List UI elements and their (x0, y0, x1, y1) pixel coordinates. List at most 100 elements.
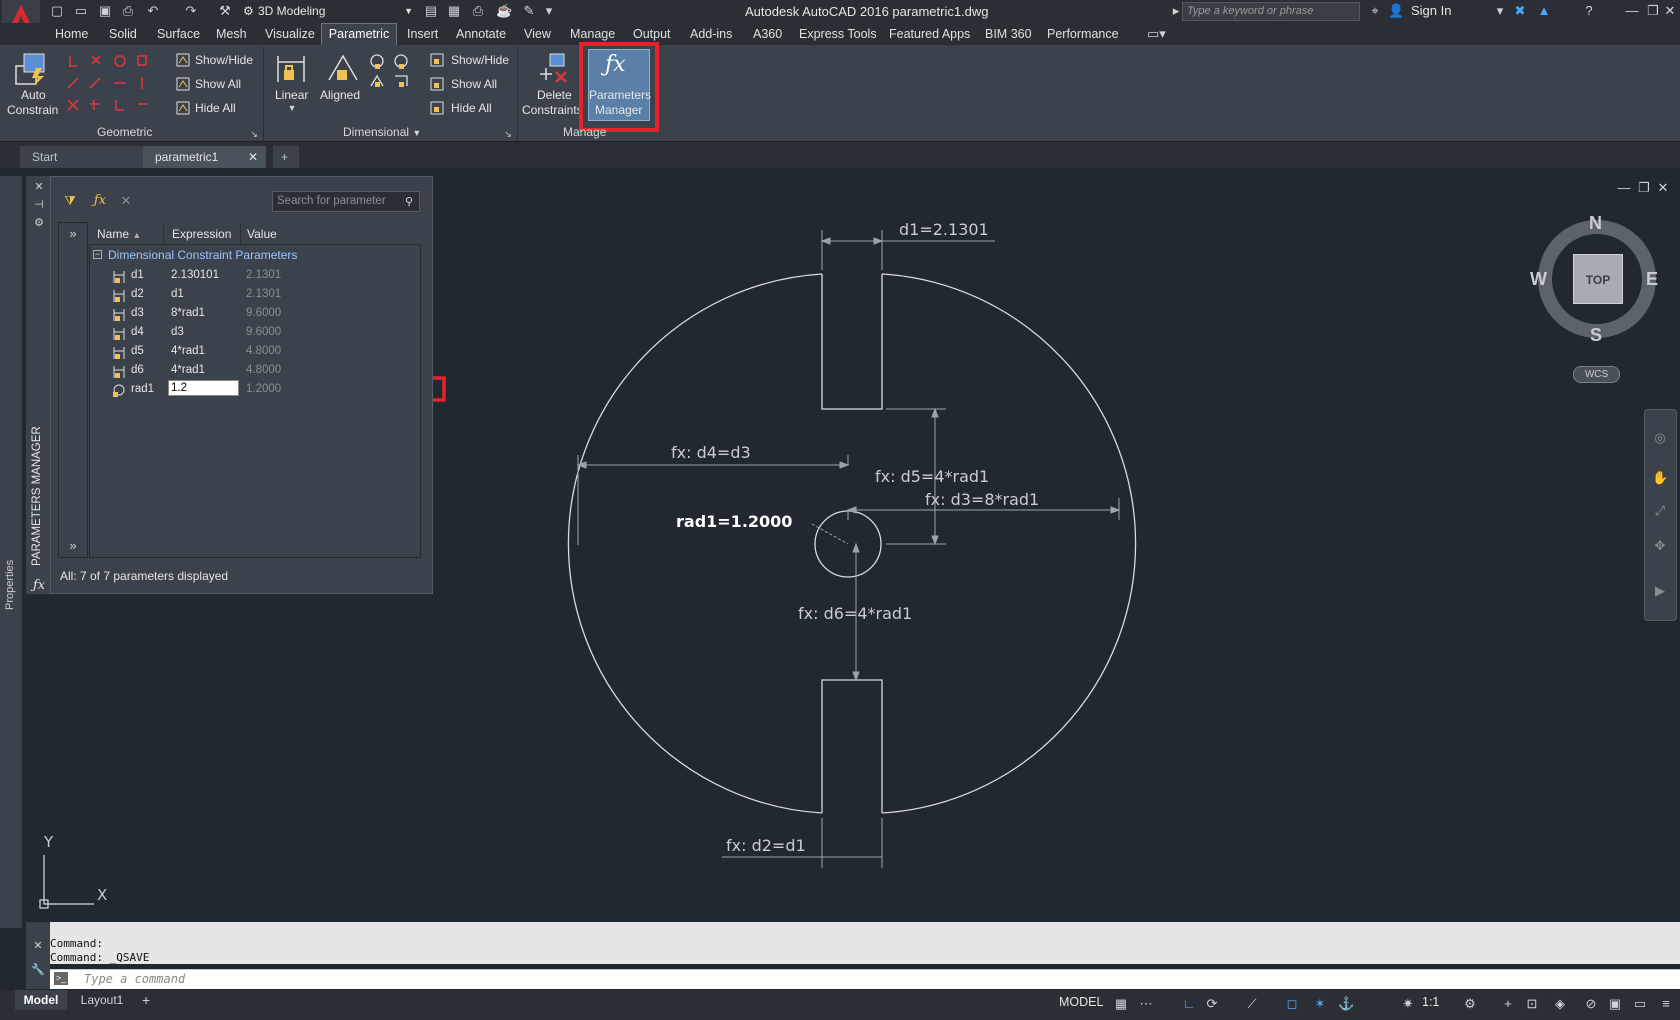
annotation-icon[interactable]: ✶ (1312, 996, 1328, 1012)
grid-icon[interactable]: ▦ (1113, 996, 1129, 1012)
column-expression-header[interactable]: Expression (172, 227, 231, 241)
clean-screen-icon[interactable]: ▣ (1607, 996, 1623, 1012)
viewcube-top-face[interactable]: TOP (1573, 254, 1623, 304)
param-value-d3: 9.6000 (246, 307, 282, 319)
delete-parameter-icon[interactable]: ✕ (118, 193, 134, 209)
param-expression-d1[interactable]: 2.130101 (171, 269, 219, 281)
param-expression-d2[interactable]: d1 (171, 288, 184, 300)
ucs-icon (39, 855, 94, 909)
linear-param-icon (112, 346, 126, 360)
rad1-expression-input[interactable] (168, 380, 239, 396)
param-expression-d4[interactable]: d3 (171, 326, 184, 338)
param-expression-d5[interactable]: 4*rad1 (171, 345, 205, 357)
viewport-restore-icon[interactable]: ❐ (1636, 180, 1652, 196)
palette-properties-icon[interactable]: ⚙ (31, 215, 47, 231)
command-customize-icon[interactable]: 🔧 (30, 962, 46, 978)
search-icon[interactable]: ⚲ (401, 194, 417, 210)
dim-label-d5[interactable]: fx: d5=4*rad1 (875, 467, 989, 486)
command-line-handle[interactable] (26, 922, 50, 989)
palette-fx-icon: ƒx (33, 578, 46, 593)
filter-tree-pane (58, 222, 88, 558)
outer-arc-left (567, 273, 823, 814)
infer-constraints-icon[interactable]: ∟ (1181, 996, 1197, 1012)
pan-icon[interactable]: ✋ (1652, 470, 1668, 486)
showmotion-icon[interactable]: ▶ (1652, 583, 1668, 599)
annotation-scale[interactable]: 1:1 (1422, 995, 1439, 1009)
param-name-rad1[interactable]: rad1 (131, 383, 154, 395)
add-layout-icon[interactable]: + (142, 992, 150, 1008)
linear-param-icon (112, 365, 126, 379)
param-value-d2: 2.1301 (246, 288, 282, 300)
palette-autohide-icon[interactable]: ⊣ (31, 197, 47, 213)
dynamic-input-icon[interactable]: ⟳ (1204, 996, 1220, 1012)
compass-west[interactable]: W (1530, 269, 1547, 290)
command-prompt-icon[interactable]: >_ (54, 972, 68, 985)
fullscreen-icon[interactable]: ▭ (1632, 996, 1648, 1012)
param-expression-d6[interactable]: 4*rad1 (171, 364, 205, 376)
param-value-d1: 2.1301 (246, 269, 282, 281)
viewport-minimize-icon[interactable]: — (1616, 180, 1632, 196)
dim-label-d3[interactable]: fx: d3=8*rad1 (925, 490, 1039, 509)
param-name-d3[interactable]: d3 (131, 307, 144, 319)
properties-strip[interactable] (0, 176, 22, 928)
isometric-icon[interactable]: ⟋ (1244, 996, 1260, 1012)
customization-menu-icon[interactable]: ≡ (1658, 996, 1674, 1012)
param-name-d4[interactable]: d4 (131, 326, 144, 338)
parameter-search-input[interactable]: Search for parameter (272, 191, 420, 212)
compass-north[interactable]: N (1589, 213, 1602, 234)
param-expression-d3[interactable]: 8*rad1 (171, 307, 205, 319)
radial-param-icon (112, 384, 126, 398)
linear-param-icon (112, 308, 126, 322)
snap-icon[interactable]: ⋯ (1138, 996, 1154, 1012)
workspace-icon[interactable]: ✷ (1400, 996, 1416, 1012)
wcs-menu[interactable]: WCS (1573, 366, 1620, 383)
command-history-area (26, 922, 1680, 964)
column-value-header[interactable]: Value (247, 227, 277, 241)
param-name-d5[interactable]: d5 (131, 345, 144, 357)
param-name-d1[interactable]: d1 (131, 269, 144, 281)
compass-east[interactable]: E (1646, 269, 1658, 290)
new-user-parameter-icon[interactable]: ƒx (92, 193, 108, 209)
column-name-header[interactable]: Name ▲ (97, 227, 141, 241)
compass-south[interactable]: S (1590, 325, 1602, 346)
model-space-button[interactable]: MODEL (1059, 995, 1103, 1009)
collapse-group-icon[interactable]: − (93, 250, 102, 259)
plus-icon[interactable]: + (1500, 996, 1516, 1012)
command-history-line: Command: (50, 937, 103, 950)
dim-label-d1[interactable]: d1=2.1301 (899, 220, 989, 239)
dim-label-d4[interactable]: fx: d4=d3 (671, 443, 751, 462)
palette-status: All: 7 of 7 parameters displayed (60, 569, 229, 583)
zoom-extents-icon[interactable]: ⤢ (1652, 503, 1668, 519)
palette-close-icon[interactable]: ✕ (31, 179, 47, 195)
hardware-acceleration-icon[interactable]: ◈ (1552, 996, 1568, 1012)
viewport-close-icon[interactable]: ✕ (1655, 180, 1671, 196)
units-icon[interactable]: ⊡ (1524, 996, 1540, 1012)
osnap-icon[interactable]: ◻ (1284, 996, 1300, 1012)
command-history: Command: Command: _QSAVE (50, 937, 149, 965)
properties-label[interactable]: Properties (4, 560, 16, 610)
param-name-d6[interactable]: d6 (131, 364, 144, 376)
model-layout-tab[interactable]: Model (15, 990, 67, 1010)
layout1-tab[interactable]: Layout1 (71, 990, 133, 1010)
steering-wheel-icon[interactable]: ◎ (1652, 430, 1668, 446)
dim-label-d6[interactable]: fx: d6=4*rad1 (798, 604, 912, 623)
isolate-objects-icon[interactable]: ⊘ (1583, 996, 1599, 1012)
filter-icon[interactable]: ⧩ (62, 193, 78, 209)
group-dimensional-parameters[interactable]: Dimensional Constraint Parameters (108, 248, 297, 262)
param-value-rad1: 1.2000 (246, 383, 282, 395)
command-input[interactable]: Type a command (50, 969, 1680, 989)
expand-filter-bottom-icon[interactable]: » (65, 538, 81, 554)
ucs-x-label: X (97, 886, 108, 904)
settings-icon[interactable]: ⚙ (1462, 996, 1478, 1012)
dim-label-rad1[interactable]: rad1=1.2000 (676, 512, 792, 531)
expand-filter-icon[interactable]: » (65, 226, 81, 242)
param-value-d6: 4.8000 (246, 364, 282, 376)
palette-title: PARAMETERS MANAGER (31, 426, 43, 566)
param-name-d2[interactable]: d2 (131, 288, 144, 300)
command-close-icon[interactable]: ✕ (30, 938, 46, 954)
orbit-icon[interactable]: ✥ (1652, 538, 1668, 554)
column-separator (240, 223, 241, 244)
annotation-visibility-icon[interactable]: ⚓ (1338, 996, 1354, 1012)
column-separator (163, 223, 164, 244)
dim-label-d2[interactable]: fx: d2=d1 (726, 836, 806, 855)
